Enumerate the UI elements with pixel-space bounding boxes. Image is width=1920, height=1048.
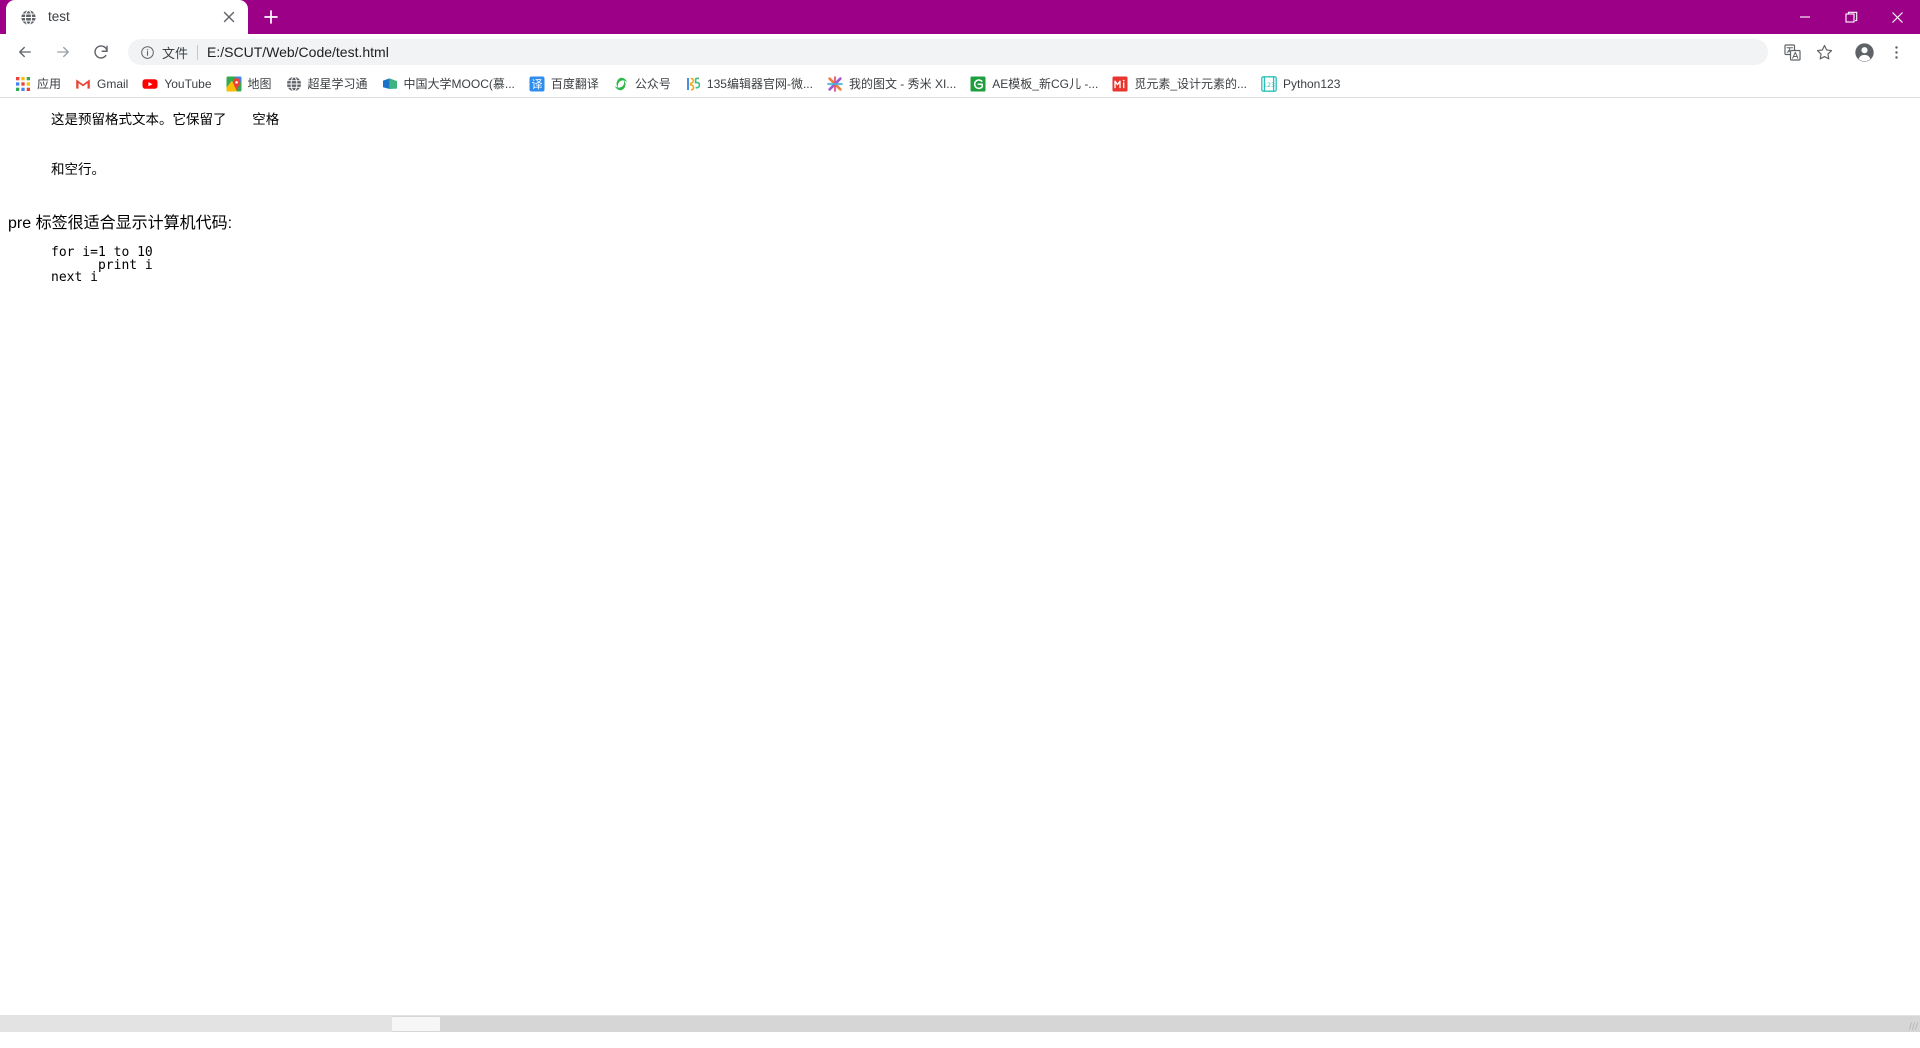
translate-icon[interactable]	[1778, 38, 1806, 66]
profile-avatar-icon[interactable]	[1850, 38, 1878, 66]
close-window-icon[interactable]	[1874, 0, 1920, 34]
maximize-icon[interactable]	[1828, 0, 1874, 34]
close-icon[interactable]	[220, 8, 238, 26]
window-controls	[1782, 0, 1920, 34]
gmail-icon	[75, 76, 91, 92]
bookmark-miyuansu[interactable]: 觅元素_设计元素的...	[1105, 73, 1254, 95]
preformatted-text-block: 这是预留格式文本。它保留了 空格 和空行。	[0, 98, 1920, 183]
editor135-icon	[685, 76, 701, 92]
code-line: for i=1 to 10	[51, 245, 153, 261]
omnibox-url: E:/SCUT/Web/Code/test.html	[207, 44, 389, 60]
python123-icon: 123	[1261, 75, 1277, 92]
pre-line-1: 这是预留格式文本。它保留了 空格	[51, 112, 280, 128]
pre-line-2: 和空行。	[51, 162, 105, 179]
back-button[interactable]	[9, 36, 41, 68]
bookmark-label: 超星学习通	[307, 76, 368, 91]
omnibox-scheme-label: 文件	[162, 45, 189, 61]
bookmark-label: 觅元素_设计元素的...	[1134, 76, 1247, 91]
bookmark-label: 中国大学MOOC(慕...	[403, 76, 515, 91]
browser-tab[interactable]: test	[6, 0, 248, 34]
svg-text:译: 译	[531, 78, 542, 91]
browser-toolbar: 文件 E:/SCUT/Web/Code/test.html	[0, 34, 1920, 70]
new-tab-button[interactable]	[256, 2, 286, 32]
wechat-mp-icon	[613, 76, 629, 92]
tab-title: test	[48, 9, 70, 24]
page-viewport: 这是预留格式文本。它保留了 空格 和空行。 pre 标签很适合显示计算机代码: …	[0, 98, 1920, 1032]
bookmark-baidu-translate[interactable]: 译 百度翻译	[522, 73, 606, 95]
svg-text:123: 123	[1263, 81, 1275, 89]
baidu-translate-icon: 译	[529, 76, 545, 92]
resize-corner-icon: ///	[1908, 1022, 1918, 1032]
aetemplate-icon	[970, 76, 986, 92]
bookmark-maps[interactable]: 地图	[219, 73, 279, 95]
globe-dark-icon	[286, 76, 302, 92]
bookmark-wechat-mp[interactable]: 公众号	[606, 73, 678, 95]
bookmark-label: 135编辑器官网-微...	[706, 76, 813, 91]
bookmark-chaoxing[interactable]: 超星学习通	[279, 73, 375, 95]
bookmark-youtube[interactable]: YouTube	[135, 73, 218, 95]
bookmark-label: 百度翻译	[550, 76, 599, 91]
xiumi-icon	[827, 75, 843, 92]
minimize-icon[interactable]	[1782, 0, 1828, 34]
bookmark-python123[interactable]: 123 Python123	[1254, 73, 1347, 95]
page-paragraph: pre 标签很适合显示计算机代码:	[8, 215, 233, 233]
bookmark-label: 公众号	[634, 76, 671, 91]
bookmark-mooc[interactable]: 中国大学MOOC(慕...	[375, 73, 522, 95]
miyuansu-icon	[1112, 76, 1128, 92]
code-line: print i	[51, 257, 153, 273]
globe-icon	[20, 9, 37, 26]
bookmark-label: 地图	[247, 76, 272, 91]
code-line: next i	[51, 270, 98, 286]
chrome-menu-icon[interactable]	[1882, 38, 1910, 66]
bookmarks-bar: 应用 Gmail YouTube 地图 超星学习通 中国大学MOOC(慕... …	[0, 70, 1920, 98]
tab-strip: test	[0, 0, 1920, 34]
bookmark-apps[interactable]: 应用	[8, 73, 68, 95]
bookmark-label: Python123	[1283, 76, 1341, 91]
address-bar[interactable]: 文件 E:/SCUT/Web/Code/test.html	[128, 39, 1768, 65]
scrollbar-thumb[interactable]	[392, 1017, 440, 1031]
bookmark-xiumi[interactable]: 我的图文 - 秀米 XI...	[820, 73, 963, 95]
bookmark-label: AE模板_新CG儿 -...	[992, 76, 1099, 91]
bookmark-label: Gmail	[97, 76, 129, 91]
scrollbar-track-left[interactable]	[0, 1016, 392, 1032]
bookmark-star-icon[interactable]	[1810, 38, 1838, 66]
youtube-icon	[142, 76, 158, 92]
apps-grid-icon	[15, 76, 31, 92]
code-preformatted-block: for i=1 to 10 print i next i	[0, 233, 1920, 286]
bookmark-label: 我的图文 - 秀米 XI...	[848, 76, 957, 91]
bookmark-ae-template[interactable]: AE模板_新CG儿 -...	[963, 73, 1105, 95]
page-body: 这是预留格式文本。它保留了 空格 和空行。 pre 标签很适合显示计算机代码: …	[0, 98, 1920, 284]
mooc-icon	[382, 76, 398, 92]
forward-button[interactable]	[47, 36, 79, 68]
omnibox-divider	[197, 44, 199, 60]
info-circle-icon[interactable]	[140, 45, 155, 60]
maps-pin-icon	[226, 76, 242, 92]
bookmark-label: YouTube	[164, 76, 212, 91]
horizontal-scrollbar[interactable]: ///	[0, 1015, 1920, 1032]
reload-button[interactable]	[85, 36, 117, 68]
bookmark-gmail[interactable]: Gmail	[68, 73, 135, 95]
bookmark-label: 应用	[37, 76, 62, 91]
bookmark-135editor[interactable]: 135编辑器官网-微...	[678, 73, 820, 95]
